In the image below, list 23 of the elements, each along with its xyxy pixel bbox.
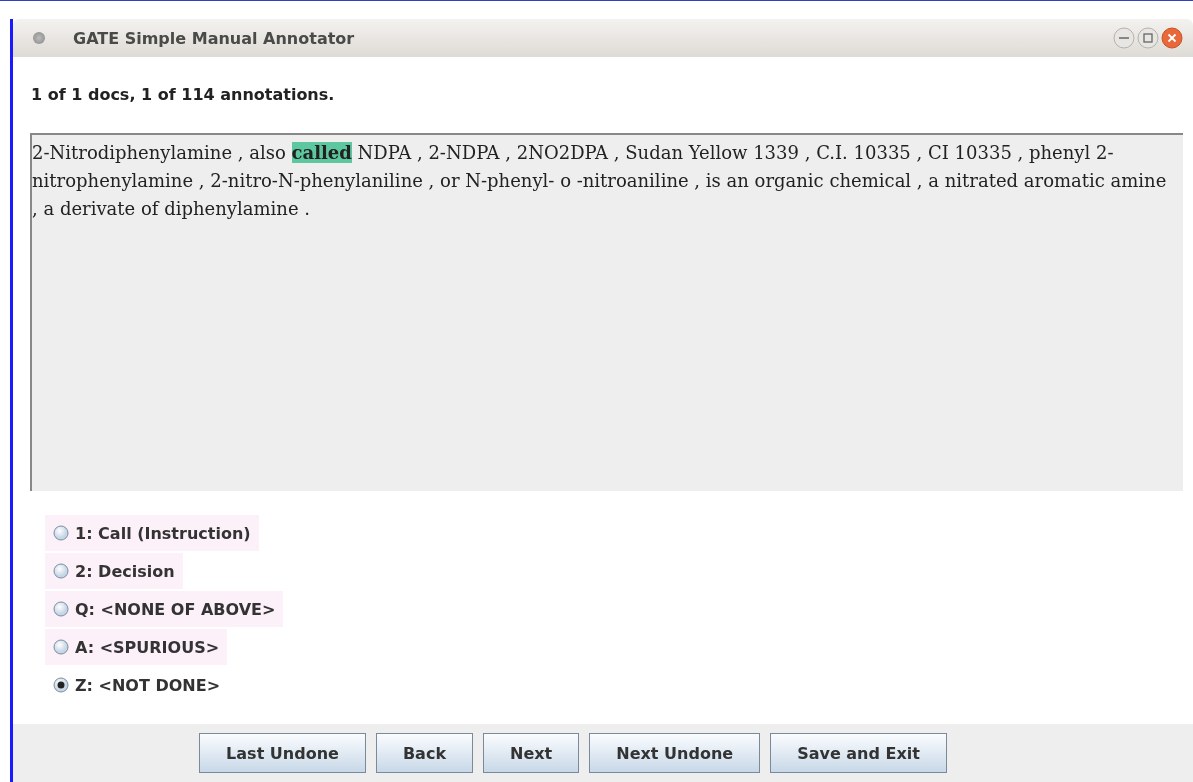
radio-option[interactable]: Z: <NOT DONE>: [45, 667, 229, 703]
radio-button[interactable]: [53, 601, 69, 617]
close-button[interactable]: [1161, 27, 1183, 49]
radio-button[interactable]: [53, 525, 69, 541]
maximize-button[interactable]: [1137, 27, 1159, 49]
status-text: 1 of 1 docs, 1 of 114 annotations.: [30, 84, 336, 106]
radio-option[interactable]: A: <SPURIOUS>: [45, 629, 228, 665]
window-title: GATE Simple Manual Annotator: [73, 28, 356, 48]
radio-button[interactable]: [53, 677, 69, 693]
action-button[interactable]: Next Undone: [589, 733, 761, 773]
action-button[interactable]: Save and Exit: [770, 733, 947, 773]
action-button[interactable]: Last Undone: [199, 733, 366, 773]
document-text-area[interactable]: [30, 133, 1183, 491]
radio-option[interactable]: 1: Call (Instruction): [45, 515, 259, 551]
document-text: 2-Nitrodiphenylamine , also called NDPA , 2-NDPA , 2NO2DPA , Sudan Yellow 1339 , C.I. 10335 , CI 10335 , phenyl 2-nitrophenylamine , 2-nitro-N-phenylaniline , or N-phenyl- o -nitroaniline , is an organic chemical , a nitrated aromatic amine , a derivate of diphenylamine .: [32, 141, 1168, 221]
window-menu-icon[interactable]: [33, 32, 45, 44]
radio-button[interactable]: [53, 639, 69, 655]
action-button[interactable]: Back: [375, 733, 474, 773]
minimize-button[interactable]: [1113, 27, 1135, 49]
radio-button[interactable]: [53, 563, 69, 579]
action-button[interactable]: Next: [483, 733, 580, 773]
radio-option[interactable]: 2: Decision: [45, 553, 183, 589]
radio-option[interactable]: Q: <NONE OF ABOVE>: [45, 591, 284, 627]
